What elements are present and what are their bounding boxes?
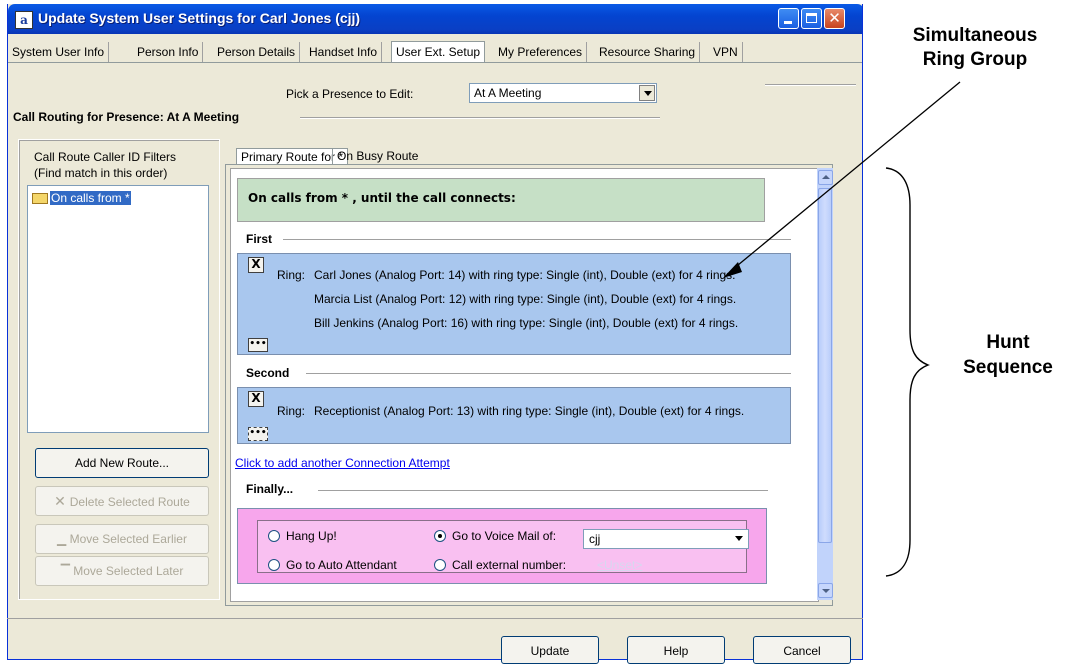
hunt-sequence-brace: [885, 167, 930, 577]
annotation-overlay: [723, 81, 961, 577]
annotation-arrow-line: [731, 81, 961, 271]
